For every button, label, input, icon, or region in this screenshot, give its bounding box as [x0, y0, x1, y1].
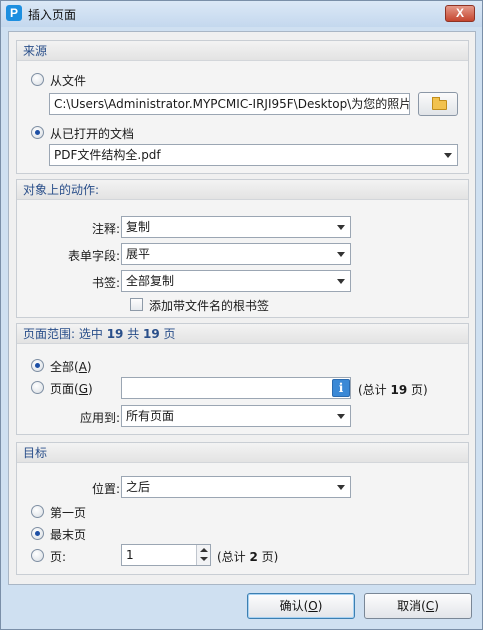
open-doc-select[interactable]: PDF文件结构全.pdf [49, 144, 458, 166]
from-file-radio[interactable] [31, 73, 44, 86]
from-file-label[interactable]: 从文件 [50, 72, 86, 89]
target-total-number: 2 [249, 550, 258, 564]
chevron-down-icon [444, 153, 452, 158]
apply-to-value: 所有页面 [126, 409, 175, 423]
form-fields-value: 展平 [126, 247, 151, 261]
insert-pages-dialog: P 插入页面 X 来源 从文件 C:\Users\Administrator.M… [0, 0, 483, 630]
cancel-button[interactable]: 取消(C) [364, 593, 472, 619]
open-doc-value: PDF文件结构全.pdf [54, 148, 161, 162]
cancel-suffix: ) [434, 599, 439, 613]
page-radio[interactable] [31, 549, 44, 562]
bookmarks-value: 全部复制 [126, 274, 175, 288]
pages-input[interactable] [121, 377, 351, 399]
pages-radio[interactable] [31, 381, 44, 394]
page-range-suffix: 页 [159, 327, 176, 341]
target-total-prefix: (总计 [217, 550, 250, 564]
folder-icon [432, 97, 447, 110]
range-total-pages: (总计 19 页) [358, 381, 428, 398]
source-header: 来源 [17, 41, 468, 61]
total-count: 19 [143, 327, 160, 341]
title-bar[interactable]: P 插入页面 X [1, 1, 482, 27]
pages-prefix: 页面( [50, 382, 79, 396]
last-page-radio[interactable] [31, 527, 44, 540]
cancel-key: C [425, 599, 435, 613]
apply-to-select[interactable]: 所有页面 [121, 405, 351, 427]
range-total-suffix: 页) [407, 383, 428, 397]
bookmarks-label: 书签: [91, 276, 120, 290]
chevron-down-icon [337, 225, 345, 230]
chevron-up-icon[interactable] [200, 548, 208, 552]
range-total-prefix: (总计 [358, 383, 391, 397]
all-key: A [78, 360, 87, 374]
target-header: 目标 [17, 443, 468, 463]
apply-to-label: 应用到: [79, 411, 120, 425]
chevron-down-icon [337, 414, 345, 419]
chevron-down-icon [337, 485, 345, 490]
form-fields-select[interactable]: 展平 [121, 243, 351, 265]
page-number-value: 1 [126, 548, 134, 562]
from-open-doc-radio[interactable] [31, 126, 44, 139]
all-suffix: ) [86, 360, 92, 374]
window-title: 插入页面 [28, 8, 77, 22]
page-range-header: 页面范围: 选中 19 共 19 页 [17, 324, 468, 344]
cancel-prefix: 取消( [397, 599, 426, 613]
comments-label: 注释: [91, 222, 120, 236]
comments-select[interactable]: 复制 [121, 216, 351, 238]
pages-suffix: ) [88, 382, 93, 396]
app-logo-icon: P [6, 5, 22, 21]
from-open-doc-label[interactable]: 从已打开的文档 [50, 125, 134, 142]
position-label: 位置: [91, 482, 120, 496]
dialog-body: 来源 从文件 C:\Users\Administrator.MYPCMIC-IR… [8, 31, 476, 585]
last-page-label[interactable]: 最末页 [50, 526, 86, 543]
pages-label[interactable]: 页面(G) [50, 380, 93, 397]
page-range-mid: 共 [123, 327, 144, 341]
page-number-stepper[interactable]: 1 [121, 544, 211, 566]
close-button[interactable]: X [445, 5, 475, 22]
all-prefix: 全部( [50, 360, 79, 374]
position-value: 之后 [126, 480, 151, 494]
target-total-suffix: 页) [257, 550, 279, 564]
source-group: 来源 从文件 C:\Users\Administrator.MYPCMIC-IR… [16, 40, 469, 174]
first-page-radio[interactable] [31, 505, 44, 518]
page-range-prefix: 页面范围: 选中 [23, 327, 107, 341]
actions-header: 对象上的动作: [17, 180, 468, 200]
add-root-bookmark-label[interactable]: 添加带文件名的根书签 [149, 297, 269, 314]
info-icon[interactable]: i [332, 379, 350, 397]
page-range-group: 页面范围: 选中 19 共 19 页 全部(A) 页面(G) i (总计 19 … [16, 323, 469, 435]
ok-suffix: ) [317, 599, 323, 613]
all-pages-radio[interactable] [31, 359, 44, 372]
ok-prefix: 确认( [279, 599, 309, 613]
ok-key: O [308, 599, 318, 613]
browse-button[interactable] [418, 92, 458, 116]
target-group: 目标 位置: 之后 第一页 最末页 页: 1 (总计 2 页) [16, 442, 469, 575]
file-path-input[interactable]: C:\Users\Administrator.MYPCMIC-IRJI95F\D… [49, 93, 410, 115]
chevron-down-icon [337, 279, 345, 284]
all-pages-label[interactable]: 全部(A) [50, 358, 92, 375]
add-root-bookmark-checkbox[interactable] [130, 298, 143, 311]
first-page-label[interactable]: 第一页 [50, 504, 86, 521]
form-fields-label: 表单字段: [67, 249, 120, 263]
comments-value: 复制 [126, 220, 151, 234]
ok-button[interactable]: 确认(O) [247, 593, 355, 619]
chevron-down-icon[interactable] [200, 557, 208, 561]
page-label[interactable]: 页: [50, 548, 66, 565]
target-total-pages: (总计 2 页) [217, 548, 278, 565]
bookmarks-select[interactable]: 全部复制 [121, 270, 351, 292]
stepper-buttons[interactable] [196, 545, 210, 565]
close-icon: X [455, 6, 464, 20]
position-select[interactable]: 之后 [121, 476, 351, 498]
pages-key: G [78, 382, 88, 396]
range-total-number: 19 [390, 383, 408, 397]
actions-group: 对象上的动作: 注释: 复制 表单字段: 展平 书签: 全部复制 添加带文件名的… [16, 179, 469, 318]
chevron-down-icon [337, 252, 345, 257]
selected-count: 19 [106, 327, 124, 341]
